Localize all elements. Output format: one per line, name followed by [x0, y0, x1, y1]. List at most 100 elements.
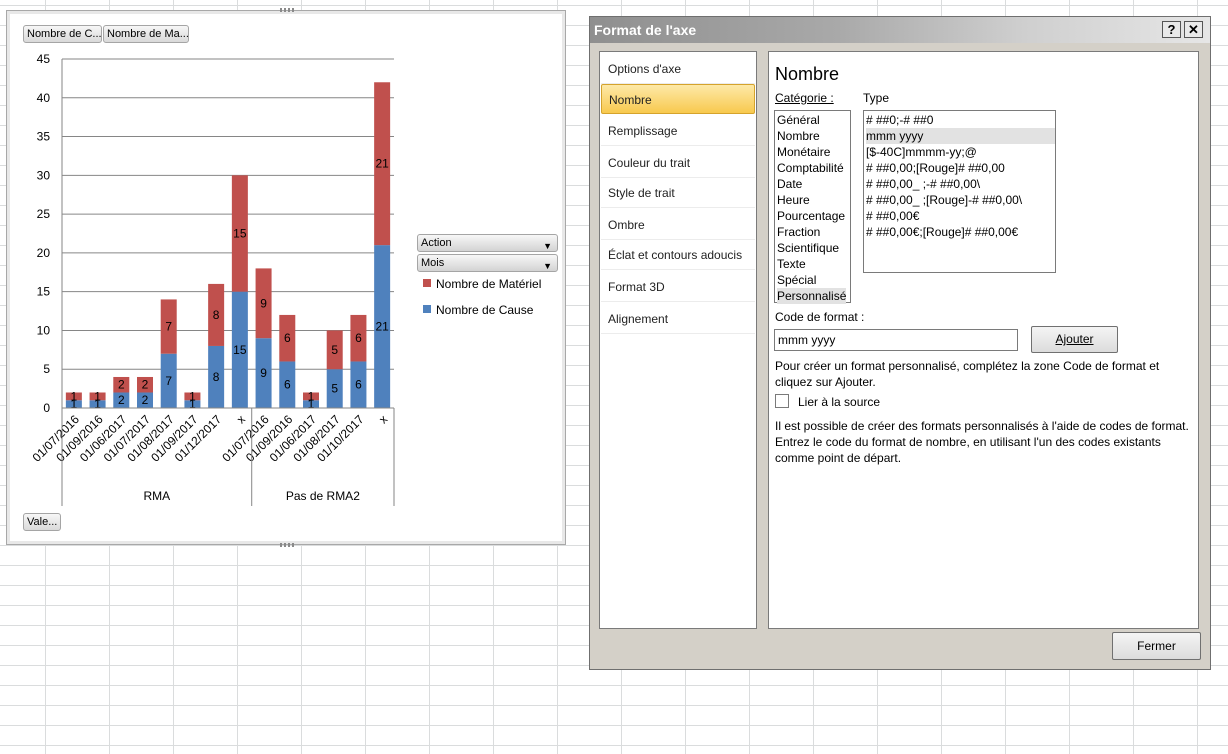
data-label-cause: 2: [118, 393, 125, 407]
data-label-cause: 15: [233, 343, 247, 357]
link-source-label[interactable]: Lier à la source: [798, 395, 880, 409]
type-item[interactable]: # ##0,00;[Rouge]# ##0,00: [866, 160, 1055, 176]
legend-swatch-materiel: [423, 279, 431, 287]
data-label-materiel: 1: [308, 389, 315, 403]
data-label-materiel: 1: [71, 389, 78, 403]
dropdown-arrow-icon: ▼: [543, 241, 552, 251]
format-code-input[interactable]: [774, 329, 1018, 351]
type-label: Type: [863, 91, 890, 105]
category-item-selected[interactable]: Personnalisé: [777, 288, 847, 304]
data-label-materiel: 21: [375, 157, 389, 171]
nav-item-format-3d[interactable]: Format 3D: [601, 272, 755, 302]
data-label-cause: 6: [355, 378, 362, 392]
field-button-nombre-cause[interactable]: Nombre de C...: [23, 25, 102, 43]
code-label: Code de format :: [775, 310, 865, 324]
data-label-materiel: 9: [260, 296, 267, 310]
data-label-cause: 9: [260, 366, 267, 380]
category-item[interactable]: Spécial: [777, 272, 816, 288]
nav-panel: Options d'axe Nombre Remplissage Couleur…: [599, 51, 757, 629]
x-tick-label: x: [376, 412, 390, 426]
data-label-materiel: 6: [355, 331, 362, 345]
legend-swatch-cause: [423, 305, 431, 313]
type-item[interactable]: # ##0,00€: [866, 208, 1055, 224]
y-tick-label: 20: [37, 246, 51, 260]
nav-item-nombre[interactable]: Nombre: [601, 84, 755, 114]
type-item[interactable]: [$-40C]mmmm-yy;@: [866, 144, 1055, 160]
data-label-materiel: 6: [284, 331, 291, 345]
legend-label-materiel: Nombre de Matériel: [436, 277, 542, 291]
y-tick-label: 45: [37, 52, 51, 66]
nav-item-style-trait[interactable]: Style de trait: [601, 178, 755, 208]
hint-text: Pour créer un format personnalisé, compl…: [775, 359, 1160, 389]
add-button[interactable]: Ajouter: [1031, 326, 1118, 353]
link-source-checkbox[interactable]: [775, 394, 789, 408]
category-item[interactable]: Pourcentage: [777, 208, 845, 224]
y-tick-label: 10: [37, 323, 51, 337]
category-item[interactable]: Date: [777, 176, 802, 192]
category-item[interactable]: Fraction: [777, 224, 820, 240]
data-label-materiel: 5: [331, 343, 338, 357]
legend-item-cause: Nombre de Cause: [423, 303, 533, 317]
category-item[interactable]: Général: [777, 112, 820, 128]
data-label-cause: 5: [331, 382, 338, 396]
category-item[interactable]: Scientifique: [777, 240, 839, 256]
y-tick-label: 25: [37, 207, 51, 221]
close-icon[interactable]: ✕: [1184, 21, 1203, 38]
type-item[interactable]: # ##0,00_ ;[Rouge]-# ##0,00\: [866, 192, 1055, 208]
group-label: RMA: [144, 489, 171, 503]
pivot-chart[interactable]: 0 5 10 15 20 25 30 35 40 45 1 1 01/07/2016 1 1 01/09/20…: [6, 8, 566, 547]
dialog-title-bar[interactable]: Format de l'axe: [590, 17, 1210, 43]
field-button-nombre-materiel[interactable]: Nombre de Ma...: [103, 25, 189, 43]
field-button-valeurs[interactable]: Vale...: [23, 513, 61, 531]
close-button[interactable]: Fermer: [1112, 632, 1201, 660]
filter-mois-label: Mois: [421, 257, 445, 269]
dialog-title: Format de l'axe: [594, 22, 697, 38]
category-item[interactable]: Nombre: [777, 128, 820, 144]
y-tick-label: 5: [43, 362, 50, 376]
type-item[interactable]: # ##0;-# ##0: [866, 112, 1055, 128]
y-tick-label: 30: [37, 168, 51, 182]
data-label-materiel: 2: [142, 378, 149, 392]
category-item[interactable]: Monétaire: [777, 144, 830, 160]
nav-item-remplissage[interactable]: Remplissage: [601, 116, 755, 146]
info-text: Il est possible de créer des formats per…: [775, 419, 1189, 465]
category-item[interactable]: Texte: [777, 256, 806, 272]
nav-item-ombre[interactable]: Ombre: [601, 210, 755, 240]
data-label-cause: 6: [284, 378, 291, 392]
category-item[interactable]: Heure: [777, 192, 810, 208]
category-list[interactable]: Général Nombre Monétaire Comptabilité Da…: [774, 110, 851, 304]
type-item-selected[interactable]: mmm yyyy: [866, 128, 1055, 144]
data-label-materiel: 7: [165, 320, 172, 334]
data-label-materiel: 15: [233, 227, 247, 241]
format-axis-dialog: Format de l'axe ? ✕ Options d'axe Nombre…: [589, 16, 1211, 670]
type-list[interactable]: # ##0;-# ##0 mmm yyyy [$-40C]mmmm-yy;@ #…: [863, 110, 1056, 273]
filter-dropdown-mois[interactable]: Mois ▼: [417, 254, 558, 272]
content-panel: Nombre Catégorie : Type Général Nombre M…: [768, 51, 1199, 629]
filter-action-label: Action: [421, 237, 452, 249]
help-button[interactable]: ?: [1162, 21, 1181, 38]
data-label-cause: 7: [165, 374, 172, 388]
type-item[interactable]: # ##0,00€;[Rouge]# ##0,00€: [866, 224, 1055, 240]
group-label: Pas de RMA2: [286, 489, 360, 503]
data-label-materiel: 1: [189, 389, 196, 403]
nav-item-couleur-trait[interactable]: Couleur du trait: [601, 148, 755, 178]
data-label-cause: 21: [375, 320, 389, 334]
y-tick-label: 0: [43, 401, 50, 415]
section-title: Nombre: [775, 64, 840, 84]
data-label-materiel: 1: [94, 389, 101, 403]
nav-item-alignement[interactable]: Alignement: [601, 304, 755, 334]
category-item[interactable]: Comptabilité: [777, 160, 844, 176]
nav-item-options-axe[interactable]: Options d'axe: [601, 54, 755, 84]
filter-dropdown-action[interactable]: Action ▼: [417, 234, 558, 252]
data-label-materiel: 8: [213, 308, 220, 322]
legend-item-materiel: Nombre de Matériel: [423, 277, 541, 291]
category-label: Catégorie :: [775, 91, 834, 105]
x-tick-label: x: [234, 412, 248, 426]
y-tick-label: 35: [37, 130, 51, 144]
type-item[interactable]: # ##0,00_ ;-# ##0,00\: [866, 176, 1055, 192]
data-label-cause: 2: [142, 393, 149, 407]
nav-item-eclat[interactable]: Éclat et contours adoucis: [601, 240, 755, 270]
y-tick-label: 15: [37, 285, 51, 299]
dropdown-arrow-icon: ▼: [543, 261, 552, 271]
y-tick-label: 40: [37, 91, 51, 105]
